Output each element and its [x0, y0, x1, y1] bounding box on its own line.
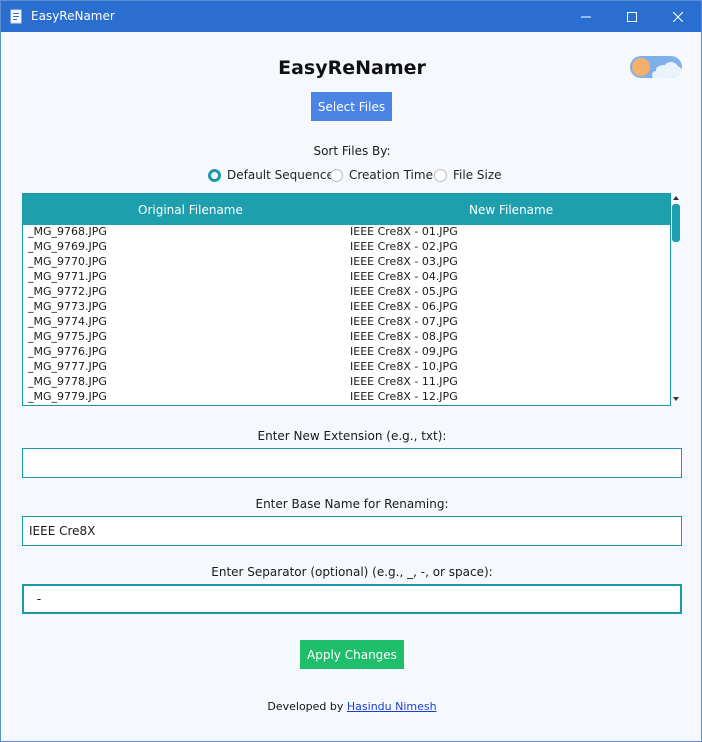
sort-label: Sort Files By:: [313, 144, 391, 158]
new-filename: IEEE Cre8X - 06.JPG: [350, 300, 458, 313]
minimize-icon: [581, 16, 591, 17]
table-row[interactable]: _MG_9769.JPG IEEE Cre8X - 02.JPG: [23, 240, 670, 255]
new-filename: IEEE Cre8X - 02.JPG: [350, 240, 458, 253]
extension-label: Enter New Extension (e.g., txt):: [257, 429, 447, 443]
maximize-icon: [627, 11, 637, 22]
window-title: EasyReNamer: [31, 9, 115, 23]
original-filename: _MG_9773.JPG: [28, 300, 107, 313]
new-filename: IEEE Cre8X - 10.JPG: [350, 360, 458, 373]
close-button[interactable]: [655, 1, 701, 32]
app-window: EasyReNamer EasyReNamer Select Files Sor…: [0, 0, 702, 742]
table-header: Original Filename New Filename: [23, 194, 670, 225]
table-scrollbar[interactable]: [671, 193, 682, 406]
footer-prefix: Developed by: [267, 700, 347, 713]
column-header-original[interactable]: Original Filename: [138, 203, 243, 217]
base-name-input[interactable]: [22, 516, 682, 546]
column-header-new[interactable]: New Filename: [469, 203, 553, 217]
sun-icon: [632, 58, 650, 76]
minimize-button[interactable]: [563, 1, 609, 32]
new-filename: IEEE Cre8X - 03.JPG: [350, 255, 458, 268]
original-filename: _MG_9776.JPG: [28, 345, 107, 358]
table-row[interactable]: _MG_9771.JPG IEEE Cre8X - 04.JPG: [23, 270, 670, 285]
radio-file-size[interactable]: File Size: [434, 167, 502, 183]
table-row[interactable]: _MG_9774.JPG IEEE Cre8X - 07.JPG: [23, 315, 670, 330]
radio-label: File Size: [453, 168, 502, 182]
separator-input[interactable]: [22, 584, 682, 614]
scroll-thumb[interactable]: [672, 204, 680, 242]
original-filename: _MG_9774.JPG: [28, 315, 107, 328]
select-files-button[interactable]: Select Files: [311, 92, 392, 121]
table-row[interactable]: _MG_9768.JPG IEEE Cre8X - 01.JPG: [23, 225, 670, 240]
scroll-down-arrow-icon[interactable]: [673, 397, 679, 401]
original-filename: _MG_9768.JPG: [28, 225, 107, 238]
radio-unchecked-icon: [434, 168, 447, 182]
theme-toggle[interactable]: [630, 56, 682, 78]
new-filename: IEEE Cre8X - 04.JPG: [350, 270, 458, 283]
base-name-label: Enter Base Name for Renaming:: [255, 497, 449, 511]
maximize-button[interactable]: [609, 1, 655, 32]
separator-label: Enter Separator (optional) (e.g., _, -, …: [211, 565, 493, 579]
new-filename: IEEE Cre8X - 09.JPG: [350, 345, 458, 358]
original-filename: _MG_9779.JPG: [28, 390, 107, 403]
radio-default-sequence[interactable]: Default Sequence: [208, 167, 334, 183]
title-bar[interactable]: EasyReNamer: [1, 1, 701, 32]
page-title: EasyReNamer: [278, 57, 426, 79]
table-row[interactable]: _MG_9776.JPG IEEE Cre8X - 09.JPG: [23, 345, 670, 360]
original-filename: _MG_9771.JPG: [28, 270, 107, 283]
extension-input[interactable]: [22, 448, 682, 478]
original-filename: _MG_9777.JPG: [28, 360, 107, 373]
original-filename: _MG_9775.JPG: [28, 330, 107, 343]
table-row[interactable]: _MG_9778.JPG IEEE Cre8X - 11.JPG: [23, 375, 670, 390]
original-filename: _MG_9778.JPG: [28, 375, 107, 388]
new-filename: IEEE Cre8X - 07.JPG: [350, 315, 458, 328]
original-filename: _MG_9770.JPG: [28, 255, 107, 268]
new-filename: IEEE Cre8X - 08.JPG: [350, 330, 458, 343]
table-row[interactable]: _MG_9773.JPG IEEE Cre8X - 06.JPG: [23, 300, 670, 315]
app-icon: [10, 9, 22, 24]
footer: Developed by Hasindu Nimesh: [1, 700, 702, 713]
radio-label: Default Sequence: [227, 168, 334, 182]
new-filename: IEEE Cre8X - 01.JPG: [350, 225, 458, 238]
new-filename: IEEE Cre8X - 05.JPG: [350, 285, 458, 298]
table-row[interactable]: _MG_9770.JPG IEEE Cre8X - 03.JPG: [23, 255, 670, 270]
radio-label: Creation Time: [349, 168, 433, 182]
table-row[interactable]: _MG_9775.JPG IEEE Cre8X - 08.JPG: [23, 330, 670, 345]
scroll-up-arrow-icon[interactable]: [673, 196, 679, 200]
author-link[interactable]: Hasindu Nimesh: [347, 700, 437, 713]
close-icon: [673, 11, 683, 22]
original-filename: _MG_9769.JPG: [28, 240, 107, 253]
file-table[interactable]: Original Filename New Filename _MG_9768.…: [22, 193, 671, 406]
table-row[interactable]: _MG_9777.JPG IEEE Cre8X - 10.JPG: [23, 360, 670, 375]
table-row[interactable]: _MG_9779.JPG IEEE Cre8X - 12.JPG: [23, 390, 670, 405]
table-body: _MG_9768.JPG IEEE Cre8X - 01.JPG _MG_9769…: [23, 225, 670, 405]
radio-creation-time[interactable]: Creation Time: [330, 167, 433, 183]
apply-changes-button[interactable]: Apply Changes: [300, 640, 404, 669]
radio-checked-icon: [208, 168, 221, 182]
table-row[interactable]: _MG_9772.JPG IEEE Cre8X - 05.JPG: [23, 285, 670, 300]
radio-unchecked-icon: [330, 168, 343, 182]
cloud-base: [652, 71, 682, 78]
new-filename: IEEE Cre8X - 12.JPG: [350, 390, 458, 403]
new-filename: IEEE Cre8X - 11.JPG: [350, 375, 458, 388]
original-filename: _MG_9772.JPG: [28, 285, 107, 298]
